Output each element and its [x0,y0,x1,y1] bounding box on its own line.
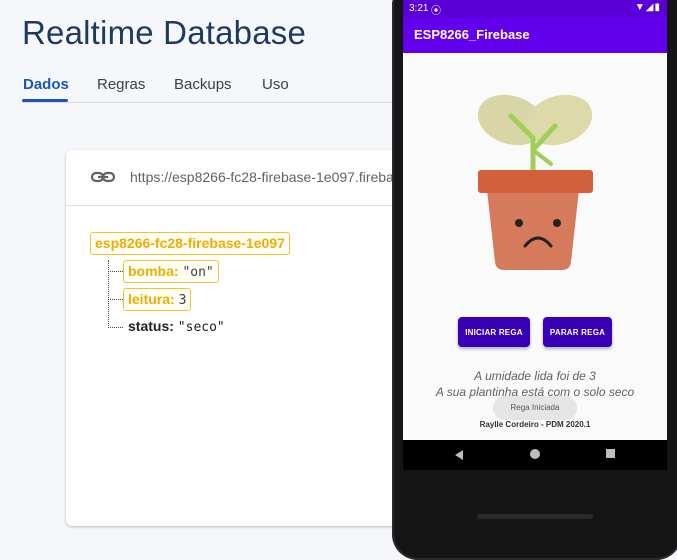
tab-divider [22,102,420,103]
node-key: bomba [128,263,174,279]
node-key: status [128,318,170,334]
recents-icon[interactable] [606,449,615,458]
tree-node-leitura[interactable]: leitura: 3 [123,288,192,311]
humidity-message: A umidade lida foi de 3 [474,369,596,383]
home-icon[interactable] [530,449,540,459]
pot-rim [478,170,593,193]
tree-root-node[interactable]: esp8266-fc28-firebase-1e097 [90,232,290,255]
tree-connector [108,299,123,300]
database-card: https://esp8266-fc28-firebase-1e097.fire… [66,150,450,526]
plant-eye [553,219,561,227]
node-value: 3 [178,293,187,308]
sad-plant-pot-icon [477,94,593,270]
url-bar: https://esp8266-fc28-firebase-1e097.fire… [66,150,450,206]
tab-dados[interactable]: Dados [23,76,69,93]
notification-icon: ⦿ [431,6,441,17]
tree-node-status[interactable]: status: "seco" [128,317,225,336]
tab-bar: Dados Regras Backups Uso [0,70,420,104]
back-icon[interactable] [455,450,463,460]
android-nav-bar [403,440,667,470]
toast-notification: Rega Iniciada [493,396,577,420]
app-title: ESP8266_Firebase [414,27,530,42]
tab-uso[interactable]: Uso [262,76,289,93]
status-bar: 3:21 ⦿ ▼◢▮ [403,0,667,17]
footer-credit: Raylle Cordeiro - PDM 2020.1 [479,420,591,429]
node-key: leitura [128,291,171,307]
signal-battery-icons: ▼◢▮ [634,2,661,13]
node-separator: : [170,291,175,307]
tab-backups[interactable]: Backups [174,76,232,93]
node-separator: : [173,263,179,279]
tree-connector [108,327,123,328]
stem [531,148,553,166]
pot-body [487,190,579,270]
node-value: "on" [182,265,214,280]
tree-connector [108,271,123,272]
plant-eye [515,219,523,227]
status-time: 3:21 [409,3,429,14]
page-title: Realtime Database [22,14,307,51]
stop-watering-button[interactable]: PARAR REGA [543,317,612,347]
root-key: esp8266-fc28-firebase-1e097 [95,235,285,251]
node-value: "seco" [177,320,225,335]
tab-regras[interactable]: Regras [97,76,145,93]
app-bar: ESP8266_Firebase [403,17,667,53]
phone-screen: 3:21 ⦿ ▼◢▮ ESP8266_Firebase INICIAR REGA… [403,0,667,440]
node-separator: : [169,318,174,334]
link-icon[interactable] [90,166,116,188]
phone-speaker-grille [477,514,593,519]
tree-node-bomba[interactable]: bomba: "on" [123,260,219,283]
start-watering-button[interactable]: INICIAR REGA [458,317,530,347]
